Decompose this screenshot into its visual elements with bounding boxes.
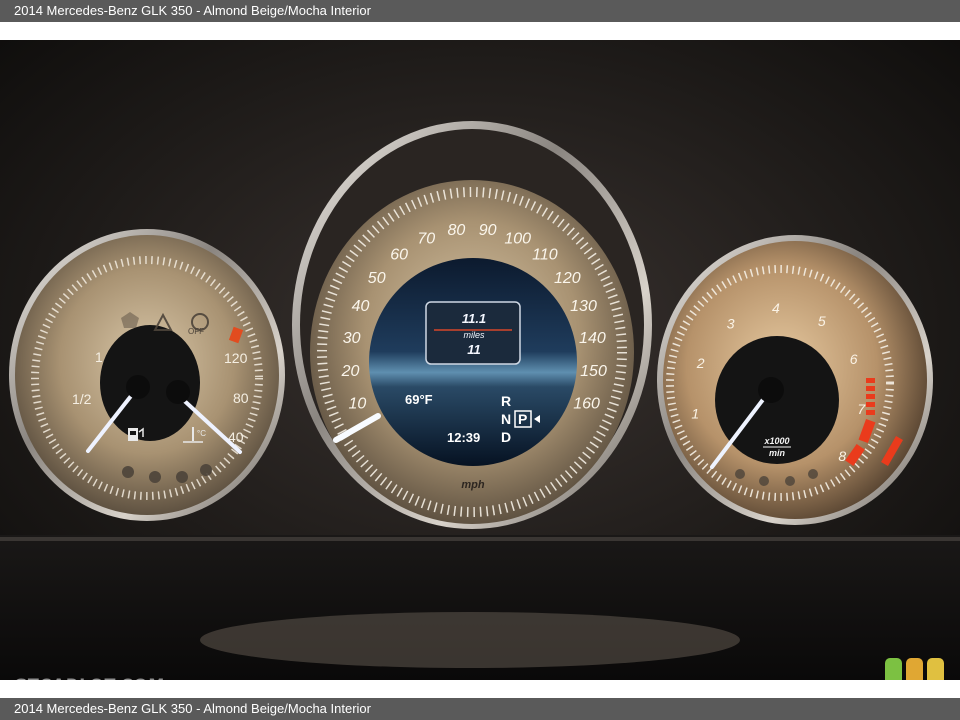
speed-label: 40 [352, 298, 370, 315]
gear-p: P [518, 411, 527, 427]
gear-r: R [501, 393, 511, 409]
tach-multiplier: x1000 [763, 436, 789, 446]
speed-label: 60 [390, 247, 408, 264]
outside-temperature: 69°F [405, 392, 433, 407]
speed-label: 20 [341, 363, 360, 380]
speed-label: 70 [417, 231, 435, 248]
speed-unit: mph [461, 479, 485, 491]
tach-label: 4 [772, 300, 780, 316]
speed-label: 110 [532, 247, 558, 264]
caption-title-bottom: 2014 Mercedes-Benz GLK 350 - Almond Beig… [14, 701, 371, 716]
speed-label: 150 [580, 363, 607, 380]
speed-label: 100 [504, 231, 531, 248]
speed-label: 50 [368, 270, 386, 287]
caption-title: 2014 Mercedes-Benz GLK 350 - Almond Beig… [14, 3, 371, 18]
speed-label: 80 [448, 222, 466, 239]
speedometer: 10203040506070 80 90 100110120130140150160 … [292, 121, 652, 529]
fuel-label-half: 1/2 [72, 391, 92, 407]
tach-label: 7 [857, 401, 866, 417]
trip-sub-value: 11 [467, 342, 481, 357]
temp-label-80: 80 [233, 390, 249, 406]
svg-text:OFF: OFF [188, 327, 204, 336]
speed-label: 120 [554, 270, 581, 287]
tach-label: 2 [696, 355, 705, 371]
caption-bar-top: 2014 Mercedes-Benz GLK 350 - Almond Beig… [0, 0, 960, 22]
gear-d: D [501, 429, 511, 445]
tach-unit: min [769, 448, 786, 458]
left-gauge: 1 1/2 120 80 40 OFF °C [9, 229, 285, 521]
svg-text:°C: °C [197, 429, 206, 438]
tach-label: 3 [727, 316, 735, 332]
speed-label: 140 [579, 330, 606, 347]
speed-label: 30 [343, 330, 361, 347]
clock: 12:39 [447, 430, 480, 445]
temp-label-120: 120 [224, 350, 248, 366]
tach-label: 1 [691, 406, 699, 422]
tachometer: 1 2 3 4 5 6 7 8 x1000 min [657, 235, 933, 525]
speed-label: 10 [349, 396, 367, 413]
gear-n: N [501, 411, 511, 427]
tach-label: 8 [838, 448, 846, 464]
speed-label: 130 [570, 298, 597, 315]
tach-label: 5 [818, 313, 826, 329]
white-divider-top [0, 22, 960, 40]
fuel-label-1: 1 [95, 349, 103, 365]
trip-value: 11.1 [462, 311, 486, 326]
tach-label: 6 [850, 351, 858, 367]
speed-label: 90 [479, 222, 497, 239]
trip-unit: miles [463, 330, 485, 340]
caption-bar-bottom: 2014 Mercedes-Benz GLK 350 - Almond Beig… [0, 698, 960, 720]
dashboard-photo: 1 1/2 120 80 40 OFF °C 10 20 30 40 50 60… [0, 40, 960, 680]
speed-label: 160 [573, 396, 600, 413]
steering-wheel-edge [200, 612, 740, 668]
white-divider-bottom [0, 680, 960, 698]
